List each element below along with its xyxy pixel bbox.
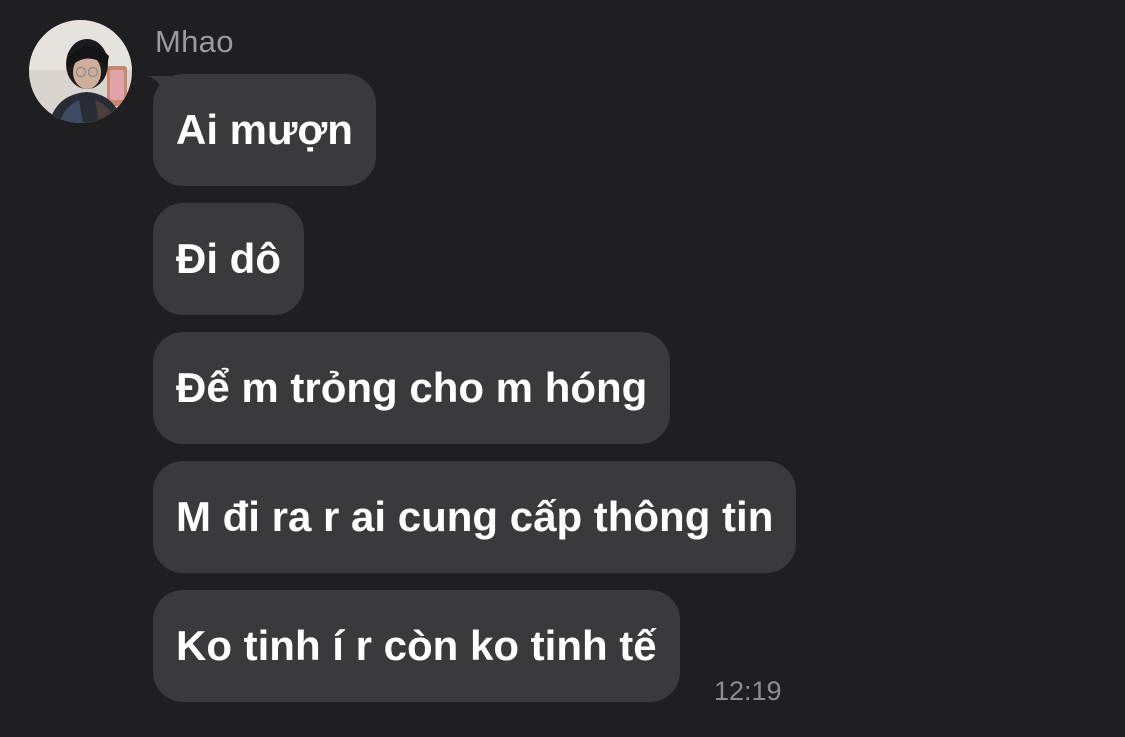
message-bubble[interactable]: M đi ra r ai cung cấp thông tin [153,461,797,573]
message-text: Đi dô [176,235,281,282]
message-bubble[interactable]: Ai mượn [153,74,376,186]
message-bubble[interactable]: Đi dô [153,203,304,315]
message-bubble[interactable]: Ko tinh í r còn ko tinh tế [153,590,680,702]
sender-name: Mhao [155,24,234,59]
message-timestamp: 12:19 [714,676,782,706]
message-text: Ko tinh í r còn ko tinh tế [176,622,657,669]
message-bubble[interactable]: Để m trỏng cho m hóng [153,332,671,444]
chat-thread: Mhao Ai mượn Đi dô Để m trỏng cho m hóng… [0,0,1125,737]
avatar[interactable] [29,20,132,123]
message-text: Để m trỏng cho m hóng [176,364,648,411]
avatar-photo-icon [29,20,132,123]
message-text: Ai mượn [176,106,353,153]
message-text: M đi ra r ai cung cấp thông tin [176,493,774,540]
